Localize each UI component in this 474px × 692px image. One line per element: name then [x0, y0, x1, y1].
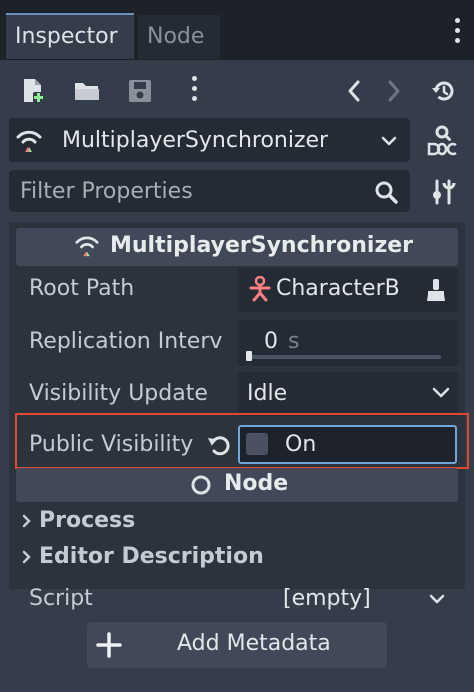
category-process[interactable]: Process	[39, 508, 135, 533]
node-section-title: Node	[224, 471, 289, 496]
section-header-title: MultiplayerSynchronizer	[110, 233, 414, 258]
property-label-replication-interval: Replication Interv	[29, 329, 223, 354]
chevron-down-icon	[431, 384, 451, 402]
filter-placeholder: Filter Properties	[20, 179, 193, 204]
property-label-root-path: Root Path	[29, 276, 135, 301]
new-resource-icon[interactable]	[16, 74, 50, 108]
replication-interval-unit: s	[288, 329, 300, 354]
add-metadata-label: Add Metadata	[177, 631, 331, 656]
multiplayer-synchronizer-icon	[15, 128, 43, 154]
visibility-update-value: Idle	[247, 381, 288, 406]
open-folder-icon[interactable]	[70, 74, 104, 108]
script-value[interactable]: [empty]	[283, 586, 371, 611]
tab-node-label: Node	[147, 24, 205, 49]
chevron-right-icon	[20, 512, 34, 530]
replication-interval-slider-grabber[interactable]	[246, 351, 252, 361]
kebab-menu-icon[interactable]	[186, 76, 202, 108]
replication-interval-slider[interactable]	[246, 355, 441, 359]
add-icon	[96, 632, 122, 658]
clear-icon[interactable]	[425, 278, 447, 302]
property-label-script: Script	[29, 586, 93, 611]
object-history-icon[interactable]	[426, 74, 460, 108]
root-path-value: CharacterB	[276, 276, 400, 301]
node-icon	[190, 474, 212, 496]
dock-menu-icon[interactable]	[449, 18, 465, 48]
history-back-icon[interactable]	[337, 74, 371, 108]
character-body-icon	[247, 275, 273, 302]
chevron-down-icon[interactable]	[428, 592, 446, 608]
node-selector-label: MultiplayerSynchronizer	[62, 128, 329, 153]
chevron-right-icon	[20, 548, 34, 566]
history-forward-icon[interactable]	[377, 74, 411, 108]
replication-interval-value: 0	[264, 329, 278, 354]
chevron-down-icon	[380, 132, 398, 150]
search-icon	[374, 180, 398, 204]
category-editor-description[interactable]: Editor Description	[39, 544, 264, 569]
save-icon[interactable]	[123, 74, 157, 108]
highlight-box	[15, 413, 469, 469]
property-label-visibility-update: Visibility Update	[29, 381, 208, 406]
multiplayer-synchronizer-icon	[74, 234, 100, 258]
tab-node[interactable]: Node	[138, 15, 220, 59]
tools-icon[interactable]	[430, 178, 456, 206]
tab-inspector[interactable]: Inspector	[6, 13, 134, 59]
tab-inspector-label: Inspector	[15, 24, 118, 49]
doc-icon[interactable]	[424, 124, 460, 158]
